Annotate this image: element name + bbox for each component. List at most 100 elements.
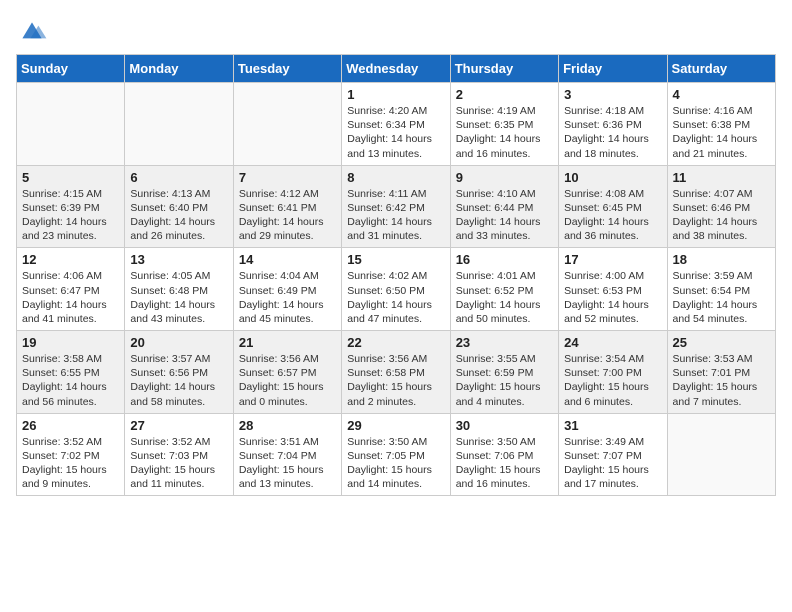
day-content: Sunrise: 4:05 AM Sunset: 6:48 PM Dayligh… xyxy=(130,269,227,326)
day-number: 4 xyxy=(673,87,770,102)
calendar-cell: 12 Sunrise: 4:06 AM Sunset: 6:47 PM Dayli… xyxy=(17,248,125,331)
day-number: 7 xyxy=(239,170,336,185)
day-number: 2 xyxy=(456,87,553,102)
calendar-cell: 3Sunrise: 4:18 AM Sunset: 6:36 PM Daylig… xyxy=(559,83,667,166)
calendar-cell: 20 Sunrise: 3:57 AM Sunset: 6:56 PM Dayli… xyxy=(125,331,233,414)
calendar-cell xyxy=(125,83,233,166)
calendar-week-row: 5 Sunrise: 4:15 AM Sunset: 6:39 PM Daylig… xyxy=(17,165,776,248)
day-content: Sunrise: 3:57 AM Sunset: 6:56 PM Dayligh… xyxy=(130,352,227,409)
calendar-cell: 31Sunrise: 3:49 AM Sunset: 7:07 PM Dayli… xyxy=(559,413,667,496)
calendar-cell: 27 Sunrise: 3:52 AM Sunset: 7:03 PM Dayli… xyxy=(125,413,233,496)
day-of-week-header: Thursday xyxy=(450,55,558,83)
day-number: 19 xyxy=(22,335,119,350)
day-number: 20 xyxy=(130,335,227,350)
day-content: Sunrise: 4:13 AM Sunset: 6:40 PM Dayligh… xyxy=(130,187,227,244)
calendar-cell: 19 Sunrise: 3:58 AM Sunset: 6:55 PM Dayli… xyxy=(17,331,125,414)
calendar-cell: 23 Sunrise: 3:55 AM Sunset: 6:59 PM Dayli… xyxy=(450,331,558,414)
day-content: Sunrise: 4:04 AM Sunset: 6:49 PM Dayligh… xyxy=(239,269,336,326)
calendar-cell xyxy=(17,83,125,166)
day-of-week-header: Friday xyxy=(559,55,667,83)
day-content: Sunrise: 4:19 AM Sunset: 6:35 PM Dayligh… xyxy=(456,104,553,161)
day-number: 16 xyxy=(456,252,553,267)
calendar-cell: 25 Sunrise: 3:53 AM Sunset: 7:01 PM Dayli… xyxy=(667,331,775,414)
day-content: Sunrise: 3:50 AM Sunset: 7:05 PM Dayligh… xyxy=(347,435,444,492)
calendar-cell: 5 Sunrise: 4:15 AM Sunset: 6:39 PM Daylig… xyxy=(17,165,125,248)
day-number: 28 xyxy=(239,418,336,433)
logo xyxy=(16,16,52,44)
calendar-cell: 18 Sunrise: 3:59 AM Sunset: 6:54 PM Dayli… xyxy=(667,248,775,331)
day-content: Sunrise: 3:51 AM Sunset: 7:04 PM Dayligh… xyxy=(239,435,336,492)
calendar-cell: 11Sunrise: 4:07 AM Sunset: 6:46 PM Dayli… xyxy=(667,165,775,248)
calendar-cell xyxy=(667,413,775,496)
day-number: 12 xyxy=(22,252,119,267)
day-content: Sunrise: 4:07 AM Sunset: 6:46 PM Dayligh… xyxy=(673,187,770,244)
day-of-week-header: Wednesday xyxy=(342,55,450,83)
day-of-week-header: Monday xyxy=(125,55,233,83)
day-number: 9 xyxy=(456,170,553,185)
calendar-cell: 2 Sunrise: 4:19 AM Sunset: 6:35 PM Daylig… xyxy=(450,83,558,166)
page-header xyxy=(16,16,776,44)
calendar-cell xyxy=(233,83,341,166)
day-content: Sunrise: 4:16 AM Sunset: 6:38 PM Dayligh… xyxy=(673,104,770,161)
day-content: Sunrise: 4:00 AM Sunset: 6:53 PM Dayligh… xyxy=(564,269,661,326)
day-number: 30 xyxy=(456,418,553,433)
day-content: Sunrise: 3:53 AM Sunset: 7:01 PM Dayligh… xyxy=(673,352,770,409)
day-content: Sunrise: 4:10 AM Sunset: 6:44 PM Dayligh… xyxy=(456,187,553,244)
calendar-cell: 24Sunrise: 3:54 AM Sunset: 7:00 PM Dayli… xyxy=(559,331,667,414)
calendar-week-row: 19 Sunrise: 3:58 AM Sunset: 6:55 PM Dayli… xyxy=(17,331,776,414)
day-number: 22 xyxy=(347,335,444,350)
day-number: 23 xyxy=(456,335,553,350)
calendar-cell: 16 Sunrise: 4:01 AM Sunset: 6:52 PM Dayli… xyxy=(450,248,558,331)
day-content: Sunrise: 3:56 AM Sunset: 6:58 PM Dayligh… xyxy=(347,352,444,409)
day-number: 29 xyxy=(347,418,444,433)
calendar-table: SundayMondayTuesdayWednesdayThursdayFrid… xyxy=(16,54,776,496)
day-number: 18 xyxy=(673,252,770,267)
day-content: Sunrise: 4:01 AM Sunset: 6:52 PM Dayligh… xyxy=(456,269,553,326)
day-number: 8 xyxy=(347,170,444,185)
calendar-cell: 21 Sunrise: 3:56 AM Sunset: 6:57 PM Dayli… xyxy=(233,331,341,414)
day-number: 5 xyxy=(22,170,119,185)
day-content: Sunrise: 3:52 AM Sunset: 7:02 PM Dayligh… xyxy=(22,435,119,492)
day-content: Sunrise: 4:08 AM Sunset: 6:45 PM Dayligh… xyxy=(564,187,661,244)
calendar-cell: 17Sunrise: 4:00 AM Sunset: 6:53 PM Dayli… xyxy=(559,248,667,331)
calendar-cell: 22 Sunrise: 3:56 AM Sunset: 6:58 PM Dayli… xyxy=(342,331,450,414)
day-content: Sunrise: 3:59 AM Sunset: 6:54 PM Dayligh… xyxy=(673,269,770,326)
day-content: Sunrise: 4:02 AM Sunset: 6:50 PM Dayligh… xyxy=(347,269,444,326)
calendar-cell: 13 Sunrise: 4:05 AM Sunset: 6:48 PM Dayli… xyxy=(125,248,233,331)
calendar-cell: 1Sunrise: 4:20 AM Sunset: 6:34 PM Daylig… xyxy=(342,83,450,166)
calendar-cell: 10 Sunrise: 4:08 AM Sunset: 6:45 PM Dayli… xyxy=(559,165,667,248)
calendar-cell: 7 Sunrise: 4:12 AM Sunset: 6:41 PM Daylig… xyxy=(233,165,341,248)
day-content: Sunrise: 3:56 AM Sunset: 6:57 PM Dayligh… xyxy=(239,352,336,409)
day-number: 21 xyxy=(239,335,336,350)
calendar-cell: 29 Sunrise: 3:50 AM Sunset: 7:05 PM Dayli… xyxy=(342,413,450,496)
day-of-week-header: Sunday xyxy=(17,55,125,83)
calendar-cell: 14 Sunrise: 4:04 AM Sunset: 6:49 PM Dayli… xyxy=(233,248,341,331)
logo-icon xyxy=(16,16,48,44)
day-content: Sunrise: 4:15 AM Sunset: 6:39 PM Dayligh… xyxy=(22,187,119,244)
day-number: 10 xyxy=(564,170,661,185)
calendar-cell: 8Sunrise: 4:11 AM Sunset: 6:42 PM Daylig… xyxy=(342,165,450,248)
calendar-cell: 4 Sunrise: 4:16 AM Sunset: 6:38 PM Daylig… xyxy=(667,83,775,166)
calendar-cell: 15Sunrise: 4:02 AM Sunset: 6:50 PM Dayli… xyxy=(342,248,450,331)
calendar-cell: 30 Sunrise: 3:50 AM Sunset: 7:06 PM Dayli… xyxy=(450,413,558,496)
day-content: Sunrise: 3:55 AM Sunset: 6:59 PM Dayligh… xyxy=(456,352,553,409)
day-content: Sunrise: 4:18 AM Sunset: 6:36 PM Dayligh… xyxy=(564,104,661,161)
day-number: 14 xyxy=(239,252,336,267)
calendar-week-row: 1Sunrise: 4:20 AM Sunset: 6:34 PM Daylig… xyxy=(17,83,776,166)
day-number: 25 xyxy=(673,335,770,350)
day-content: Sunrise: 4:20 AM Sunset: 6:34 PM Dayligh… xyxy=(347,104,444,161)
day-number: 26 xyxy=(22,418,119,433)
calendar-week-row: 12 Sunrise: 4:06 AM Sunset: 6:47 PM Dayli… xyxy=(17,248,776,331)
calendar-week-row: 26 Sunrise: 3:52 AM Sunset: 7:02 PM Dayli… xyxy=(17,413,776,496)
day-content: Sunrise: 4:06 AM Sunset: 6:47 PM Dayligh… xyxy=(22,269,119,326)
day-content: Sunrise: 3:50 AM Sunset: 7:06 PM Dayligh… xyxy=(456,435,553,492)
calendar-cell: 6 Sunrise: 4:13 AM Sunset: 6:40 PM Daylig… xyxy=(125,165,233,248)
day-number: 31 xyxy=(564,418,661,433)
day-of-week-header: Tuesday xyxy=(233,55,341,83)
day-content: Sunrise: 3:52 AM Sunset: 7:03 PM Dayligh… xyxy=(130,435,227,492)
day-content: Sunrise: 3:58 AM Sunset: 6:55 PM Dayligh… xyxy=(22,352,119,409)
day-number: 6 xyxy=(130,170,227,185)
day-number: 13 xyxy=(130,252,227,267)
day-content: Sunrise: 4:12 AM Sunset: 6:41 PM Dayligh… xyxy=(239,187,336,244)
day-number: 27 xyxy=(130,418,227,433)
